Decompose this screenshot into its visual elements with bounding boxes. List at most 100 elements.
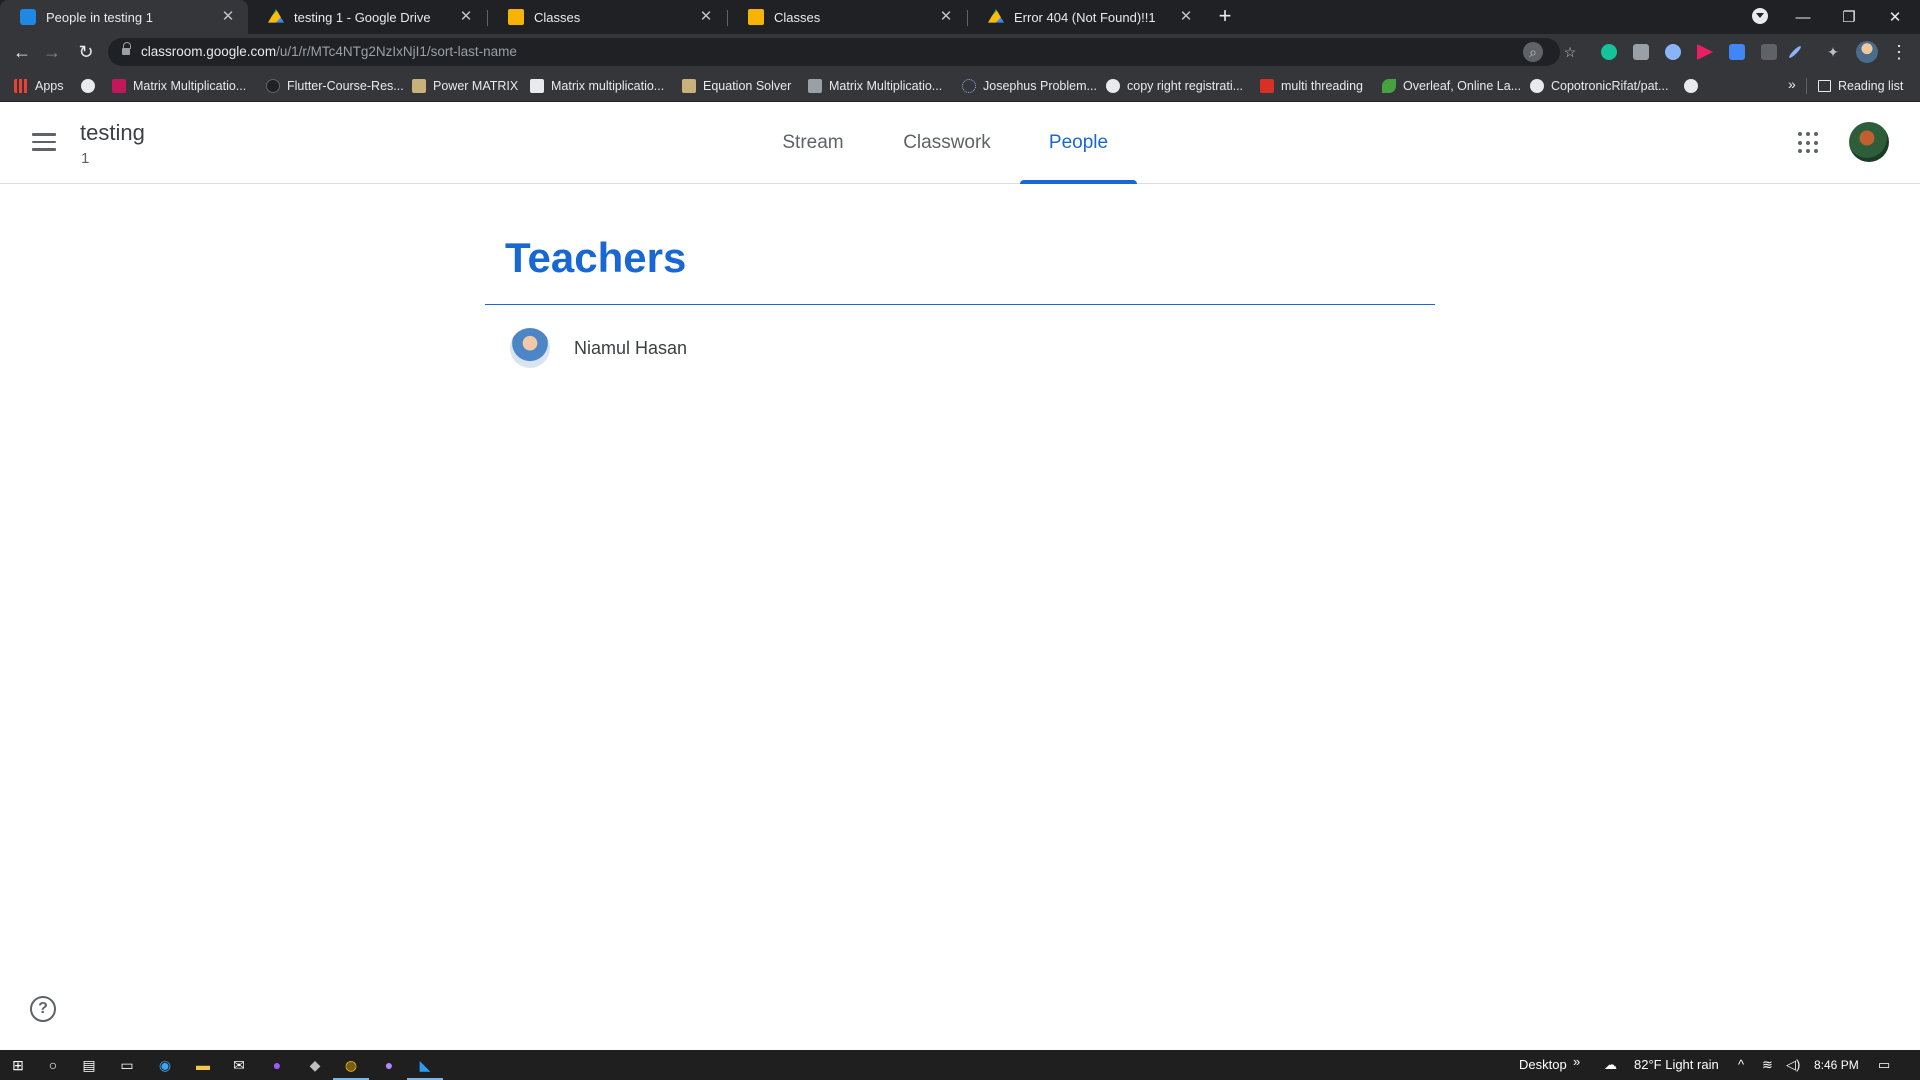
bookmark-copotronic[interactable]: CopotronicRifat/pat... <box>1530 76 1668 96</box>
bookmark-copyright[interactable]: copy right registrati... <box>1106 76 1243 96</box>
url-host: classroom.google.com <box>141 44 277 59</box>
bookmark-globe[interactable] <box>81 76 102 96</box>
bookmark-overleaf[interactable]: Overleaf, Online La... <box>1382 76 1521 96</box>
window-close-button[interactable]: ✕ <box>1872 0 1918 34</box>
close-icon[interactable]: ✕ <box>938 9 954 25</box>
lock-icon[interactable] <box>122 42 131 56</box>
url-text[interactable]: classroom.google.com/u/1/r/MTc4NTg2NzIxN… <box>141 44 517 59</box>
puzzle-extensions-icon[interactable]: ✦ <box>1823 42 1843 62</box>
classroom-icon <box>20 9 36 25</box>
tab-stream[interactable]: Stream <box>765 102 861 184</box>
bookmark-label: Power MATRIX <box>433 79 519 93</box>
tab-search-icon[interactable] <box>1752 8 1768 24</box>
tab-title: Classes <box>534 9 581 25</box>
address-bar[interactable]: classroom.google.com/u/1/r/MTc4NTg2NzIxN… <box>108 38 1560 66</box>
tab-people[interactable]: People <box>1020 102 1137 184</box>
mail-icon[interactable]: ✉ <box>229 1055 249 1075</box>
desktop-toolbar-label[interactable]: Desktop <box>1519 1057 1567 1072</box>
bookmark-label: Apps <box>35 79 64 93</box>
edge-icon[interactable]: ◉ <box>155 1055 175 1075</box>
bookmark-flutter[interactable]: Flutter-Course-Res... <box>266 76 404 96</box>
pen-extension-icon[interactable] <box>1787 44 1803 60</box>
grammarly-extension-icon[interactable] <box>1601 44 1617 60</box>
doc-icon <box>682 79 696 93</box>
close-icon[interactable]: ✕ <box>458 9 474 25</box>
toolbar-overflow-icon[interactable]: » <box>1573 1054 1580 1069</box>
bookmark-josephus[interactable]: Josephus Problem... <box>962 76 1097 96</box>
bookmark-matrix-2[interactable]: Matrix multiplicatio... <box>530 76 664 96</box>
notifications-icon[interactable]: ▭ <box>1878 1057 1890 1073</box>
vscode-icon[interactable]: ◣ <box>407 1055 443 1080</box>
forward-arrow-icon[interactable]: → <box>40 40 64 64</box>
bookmark-multi-threading[interactable]: multi threading <box>1260 76 1363 96</box>
more-menu-icon[interactable]: ⋮ <box>1890 40 1908 64</box>
account-avatar[interactable] <box>1849 122 1889 162</box>
app-icon[interactable]: ◆ <box>305 1055 325 1075</box>
search-circle-icon[interactable]: ○ <box>43 1055 63 1075</box>
browser-tab-1[interactable]: testing 1 - Google Drive ✕ <box>248 0 486 34</box>
reading-list-button[interactable]: Reading list <box>1818 76 1903 96</box>
section-divider <box>485 304 1435 305</box>
windows-start-icon[interactable]: ⊞ <box>8 1055 28 1075</box>
class-title[interactable]: testing <box>80 120 145 146</box>
classroom-header: testing 1 Stream Classwork People <box>0 102 1920 184</box>
bookmark-divider <box>1806 78 1807 94</box>
download-extension-icon[interactable] <box>1729 44 1745 60</box>
restore-button[interactable]: ❐ <box>1826 0 1872 34</box>
weather-cloud-icon: ☁ <box>1604 1057 1617 1072</box>
task-view-icon[interactable]: ▤ <box>79 1055 99 1075</box>
wifi-icon[interactable]: ≋ <box>1762 1057 1773 1073</box>
close-icon[interactable]: ✕ <box>1178 9 1194 25</box>
zoom-icon[interactable]: ⌕ <box>1523 42 1543 62</box>
globe-icon <box>81 79 95 93</box>
matrix-icon <box>112 79 126 93</box>
browser-tab-2[interactable]: Classes ✕ <box>488 0 726 34</box>
tab-title: Classes <box>774 9 821 25</box>
reload-icon[interactable]: ↻ <box>74 40 98 64</box>
teachers-heading: Teachers <box>505 234 687 281</box>
new-tab-button[interactable]: + <box>1213 5 1237 29</box>
google-apps-icon[interactable] <box>1798 132 1820 154</box>
bookmarks-overflow-chevron-icon[interactable]: » <box>1788 76 1796 92</box>
bookmark-power-matrix[interactable]: Power MATRIX <box>412 76 518 96</box>
tab-title: Error 404 (Not Found)!!1 <box>1014 9 1156 25</box>
bookmark-matrix-1[interactable]: Matrix Multiplicatio... <box>112 76 246 96</box>
file-explorer-icon[interactable]: ▬ <box>193 1055 213 1075</box>
browser-tab-4[interactable]: Error 404 (Not Found)!!1 ✕ <box>968 0 1206 34</box>
help-icon[interactable]: ? <box>30 996 56 1022</box>
chrome-icon[interactable]: ◍ <box>333 1055 369 1080</box>
tab-classwork[interactable]: Classwork <box>877 102 1017 184</box>
volume-icon[interactable]: ◁) <box>1786 1057 1800 1073</box>
windows-taskbar: ⊞ ○ ▤ ▭ ◉ ▬ ✉ ● ◆ ◍ ● ◣ Desktop » ☁ 82°F… <box>0 1050 1920 1080</box>
clock[interactable]: 8:46 PM <box>1814 1058 1859 1072</box>
drive-icon <box>988 9 1004 23</box>
browser-tab-3[interactable]: Classes ✕ <box>728 0 966 34</box>
bookmark-star-icon[interactable]: ☆ <box>1560 42 1580 62</box>
classroom-yellow-icon <box>508 9 524 25</box>
messenger-icon[interactable]: ● <box>267 1055 287 1075</box>
browser-tab-0[interactable]: People in testing 1 ✕ <box>0 0 248 34</box>
screenshot-extension-icon[interactable] <box>1633 44 1649 60</box>
close-icon[interactable]: ✕ <box>698 9 714 25</box>
browser-toolbar: ← → ↻ classroom.google.com/u/1/r/MTc4NTg… <box>0 34 1920 70</box>
tray-chevron-icon[interactable]: ^ <box>1738 1057 1744 1072</box>
play-extension-icon[interactable] <box>1697 44 1713 60</box>
bookmark-equation-solver[interactable]: Equation Solver <box>682 76 791 96</box>
drive-icon <box>268 9 284 23</box>
bookmark-label: copy right registrati... <box>1127 79 1244 93</box>
terminal-icon[interactable]: ▭ <box>117 1055 137 1075</box>
bookmark-apps[interactable]: Apps <box>14 76 64 96</box>
github-desktop-icon[interactable]: ● <box>379 1055 399 1075</box>
bookmark-label: Matrix Multiplicatio... <box>829 79 943 93</box>
bookmark-globe-2[interactable] <box>1684 76 1705 96</box>
hamburger-menu-icon[interactable] <box>32 133 56 151</box>
bookmark-matrix-3[interactable]: Matrix Multiplicatio... <box>808 76 942 96</box>
back-arrow-icon[interactable]: ← <box>10 40 34 64</box>
minimize-button[interactable]: — <box>1780 0 1826 34</box>
tab-title: testing 1 - Google Drive <box>294 9 431 25</box>
close-icon[interactable]: ✕ <box>220 9 236 25</box>
weather-text[interactable]: 82°F Light rain <box>1634 1057 1719 1072</box>
extension-icon[interactable] <box>1761 44 1777 60</box>
extension-icon[interactable] <box>1665 44 1681 60</box>
profile-avatar[interactable] <box>1856 41 1878 63</box>
